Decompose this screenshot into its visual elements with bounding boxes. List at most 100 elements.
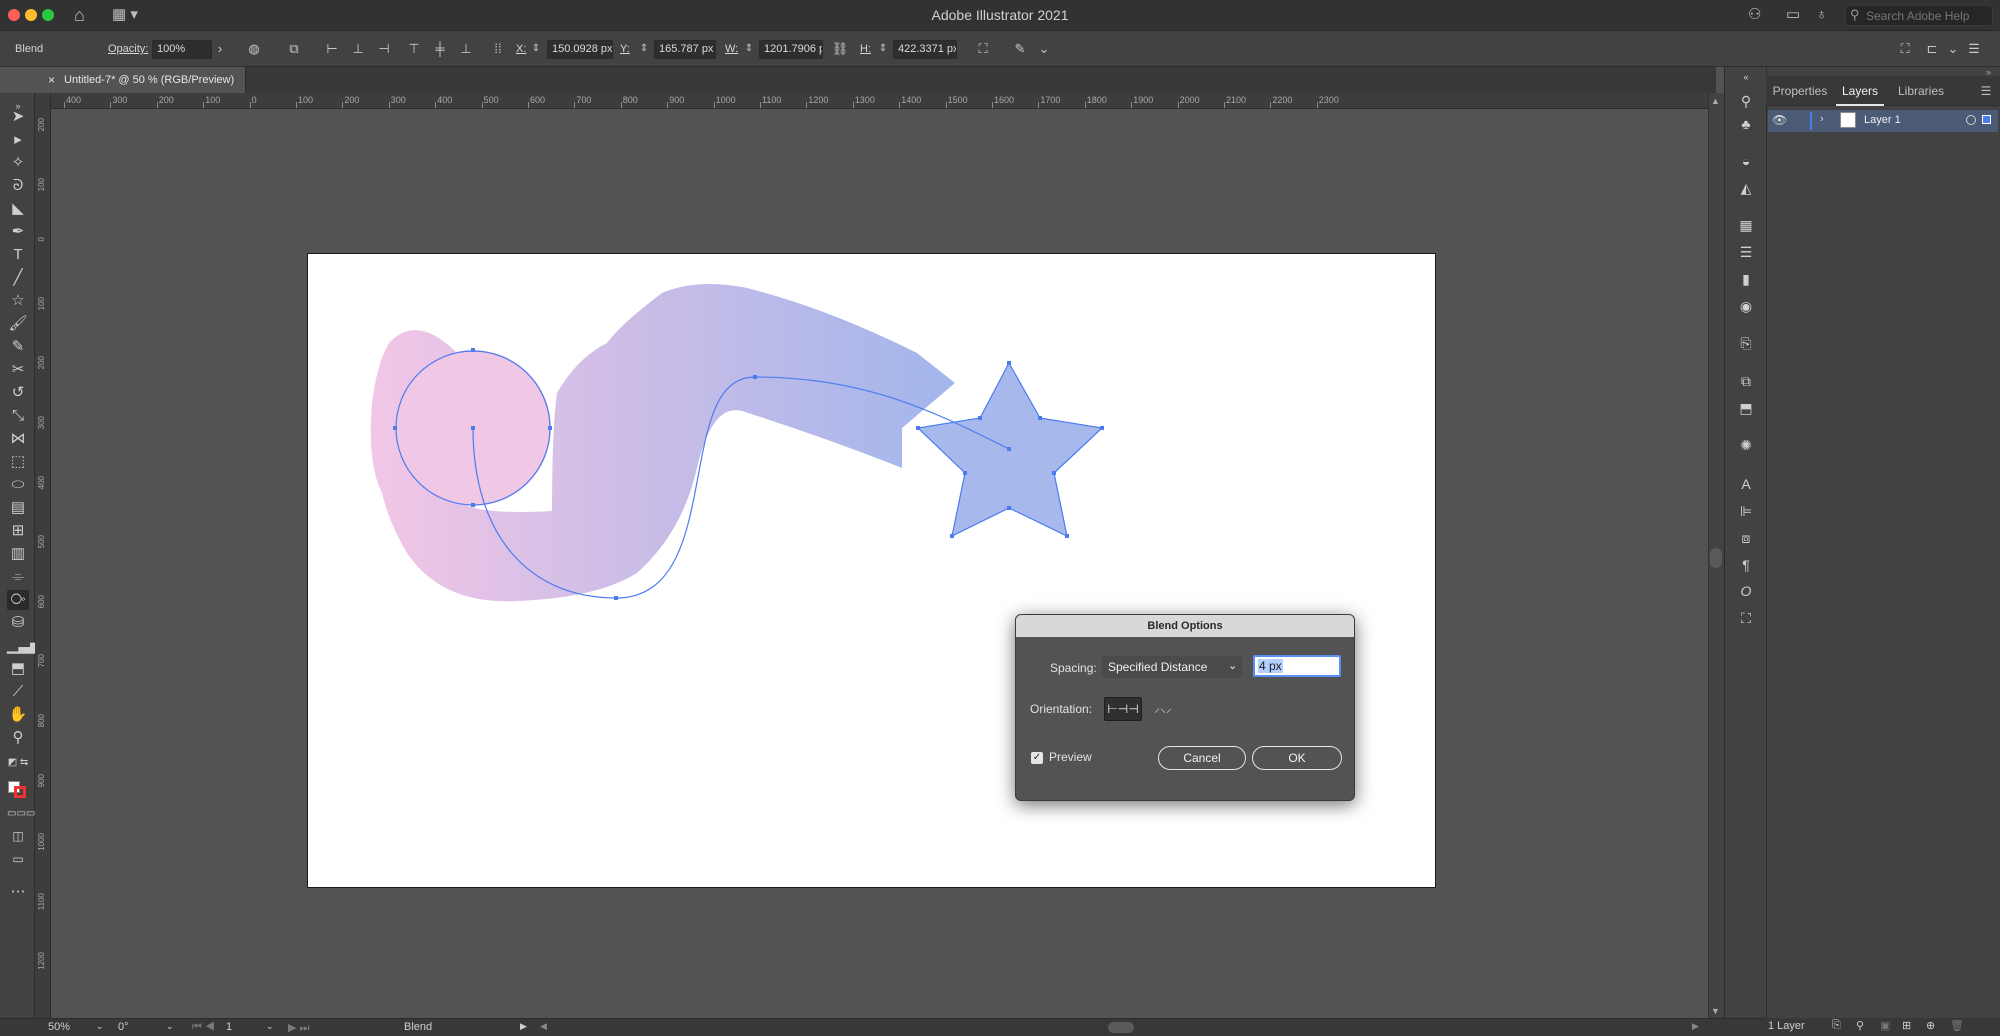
column-graph-tool-icon[interactable]: ▁▃▅ — [7, 636, 42, 656]
type-tool-icon[interactable]: T — [7, 245, 29, 265]
hand-tool-icon[interactable]: ✋ — [7, 705, 29, 725]
y-stepper-icon[interactable]: ⇕ — [638, 39, 650, 59]
scroll-right-icon[interactable]: ▶ — [1692, 1021, 1699, 1032]
layer-target-icon[interactable] — [1966, 115, 1976, 125]
symbols-icon[interactable]: ♣ — [1736, 114, 1756, 134]
screen-mode-icon[interactable]: ▭ — [7, 849, 29, 869]
artboard-tool-icon[interactable]: ⬒ — [7, 659, 29, 679]
artboards-icon[interactable]: ⬒ — [1736, 398, 1756, 418]
tab-libraries[interactable]: Libraries — [1888, 76, 1954, 106]
color-mode-icon[interactable]: ▭▭▭ — [7, 804, 35, 824]
blend-tool-icon[interactable]: ⧂ — [7, 590, 29, 610]
slice-tool-icon[interactable]: ⟋ — [7, 682, 29, 702]
scissors-tool-icon[interactable]: ✂ — [7, 360, 29, 380]
default-colors-icon[interactable]: ◩ ⇆ — [7, 753, 29, 773]
links-icon[interactable]: ⧉ — [1736, 371, 1756, 391]
make-clipping-mask-icon[interactable]: ▣ — [1880, 1019, 1890, 1032]
gradient-tool-icon[interactable]: ▥ — [7, 544, 29, 564]
user-share-icon[interactable]: ⚇ — [1748, 5, 1761, 25]
constrain-proportions-icon[interactable]: ⛓ — [830, 39, 850, 59]
align-left-icon[interactable]: ⊢ — [322, 39, 342, 59]
align-horizontal-center-icon[interactable]: ⊥ — [348, 39, 368, 59]
opacity-expand-icon[interactable]: › — [210, 39, 230, 59]
status-menu-icon[interactable]: ▶ — [520, 1021, 527, 1032]
pathfinder-icon[interactable]: ⧈ — [1736, 528, 1756, 548]
panel-arrange-icon[interactable]: ⛶ — [1895, 39, 1915, 59]
width-tool-icon[interactable]: ⋈ — [7, 429, 29, 449]
help-search-input[interactable] — [1866, 8, 1990, 24]
distribute-icon[interactable]: ⁞⁞ — [488, 39, 508, 59]
transparency-icon[interactable]: ◉ — [1736, 296, 1756, 316]
paragraph-icon[interactable]: ¶ — [1736, 555, 1756, 575]
locate-object-icon[interactable]: ⚲ — [1856, 1019, 1864, 1032]
w-stepper-icon[interactable]: ⇕ — [743, 39, 755, 59]
gradient-icon[interactable]: ▮ — [1736, 269, 1756, 289]
discover-lightbulb-icon[interactable]: ♁ — [1816, 5, 1827, 25]
align-to-page-orientation-icon[interactable]: ⊢⊣⊣ — [1104, 697, 1142, 721]
character-icon[interactable]: A — [1736, 474, 1756, 494]
draw-mode-icon[interactable]: ◫ — [7, 826, 29, 846]
anchor-point-tool-icon[interactable]: ◣ — [7, 199, 29, 219]
align-to-icon[interactable]: ⧉ — [284, 39, 304, 59]
dock-collapse-icon[interactable]: « — [1736, 67, 1756, 87]
h-stepper-icon[interactable]: ⇕ — [877, 39, 889, 59]
opacity-label[interactable]: Opacity: — [108, 31, 148, 67]
symbol-sprayer-tool-icon[interactable]: ⛁ — [7, 613, 29, 633]
visibility-eye-icon[interactable]: 👁 — [1772, 113, 1787, 127]
create-new-layer-icon[interactable]: ⊕ — [1926, 1019, 1935, 1032]
fill-stroke-swatch-icon[interactable] — [7, 779, 29, 799]
swatches-icon[interactable]: ▦ — [1736, 215, 1756, 235]
mesh-tool-icon[interactable]: ⊞ — [7, 521, 29, 541]
preview-checkbox[interactable]: ✓ — [1031, 752, 1043, 764]
perspective-grid-tool-icon[interactable]: ▤ — [7, 498, 29, 518]
selection-tool-icon[interactable]: ➤ — [7, 107, 29, 127]
color-guide-icon[interactable]: ✺ — [1736, 435, 1756, 455]
rotation-dropdown-icon[interactable]: ⌄ — [166, 1021, 174, 1032]
align-right-icon[interactable]: ⊣ — [374, 39, 394, 59]
opentype-icon[interactable]: O — [1736, 581, 1756, 601]
document-tab[interactable]: × Untitled-7* @ 50 % (RGB/Preview) — [44, 67, 246, 93]
zoom-level[interactable]: 50% — [48, 1021, 70, 1033]
artboard-number[interactable]: 1 — [226, 1021, 232, 1033]
scroll-down-icon[interactable]: ▼ — [1711, 1006, 1720, 1016]
first-artboard-icon[interactable]: ⏮ ◀ — [192, 1021, 215, 1034]
blend-object[interactable] — [370, 284, 1102, 602]
vertical-scrollbar-thumb[interactable] — [1710, 548, 1722, 568]
y-field[interactable]: 165.787 px — [654, 40, 716, 59]
more-options-chevron-icon[interactable]: ⌄ — [1034, 39, 1054, 59]
help-search[interactable]: ⚲ — [1845, 5, 1993, 26]
shaper-tool-icon[interactable]: ✎ — [7, 337, 29, 357]
puppet-warp-icon[interactable]: ⚲ — [1736, 91, 1756, 111]
x-stepper-icon[interactable]: ⇕ — [530, 39, 542, 59]
paintbrush-tool-icon[interactable]: 🖌 — [7, 314, 29, 334]
transform-icon[interactable]: ⛶ — [973, 39, 993, 59]
star-tool-icon[interactable]: ☆ — [7, 291, 29, 311]
expand-layer-chevron-icon[interactable]: › — [1820, 113, 1824, 125]
magic-wand-tool-icon[interactable]: ✧ — [7, 153, 29, 173]
rotation-value[interactable]: 0° — [118, 1021, 129, 1033]
line-segment-tool-icon[interactable]: ╱ — [7, 268, 29, 288]
control-bar-menu-icon[interactable]: ☰ — [1964, 39, 1984, 59]
eyedropper-tool-icon[interactable]: ⌯ — [7, 567, 29, 587]
next-artboard-icon[interactable]: ▶ ⏭ — [288, 1021, 309, 1035]
ok-button[interactable]: OK — [1252, 746, 1342, 770]
h-field[interactable]: 422.3371 px — [893, 40, 957, 59]
panel-layout-chevron-icon[interactable]: ⌄ — [1943, 39, 1963, 59]
horizontal-scrollbar-thumb[interactable] — [1108, 1022, 1134, 1033]
scroll-up-icon[interactable]: ▲ — [1711, 96, 1720, 106]
tab-layers[interactable]: Layers — [1836, 76, 1884, 106]
close-tab-icon[interactable]: × — [48, 67, 55, 93]
stroke-icon[interactable]: ☰ — [1736, 242, 1756, 262]
align-panel-icon[interactable]: ⊫ — [1736, 501, 1756, 521]
recolor-artwork-icon[interactable]: ◍ — [244, 39, 264, 59]
cancel-button[interactable]: Cancel — [1158, 746, 1246, 770]
align-vertical-center-icon[interactable]: ╪ — [430, 39, 450, 59]
spacing-dropdown[interactable]: Specified Distance ⌄ — [1102, 656, 1242, 678]
pen-tool-icon[interactable]: ✒ — [7, 222, 29, 242]
layer-selected-indicator[interactable] — [1982, 115, 1991, 124]
transform-panel-icon[interactable]: ⛶ — [1736, 608, 1756, 628]
create-sublayer-icon[interactable]: ⊞ — [1902, 1019, 1911, 1032]
zoom-dropdown-icon[interactable]: ⌄ — [96, 1021, 104, 1032]
panel-menu-icon[interactable]: ☰ — [1976, 76, 1996, 106]
scroll-left-icon[interactable]: ◀ — [540, 1021, 547, 1032]
